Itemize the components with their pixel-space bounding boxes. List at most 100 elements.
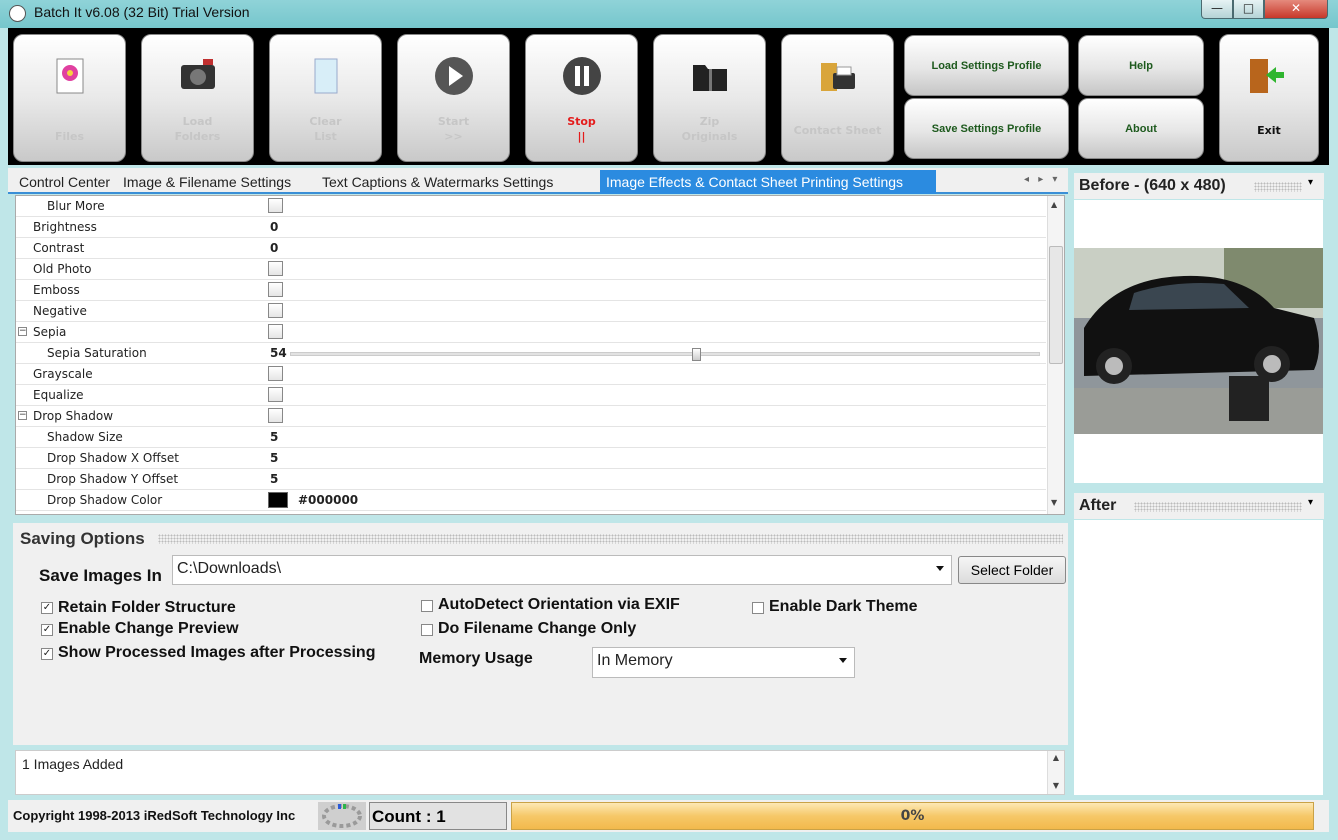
property-checkbox[interactable] xyxy=(268,366,283,381)
maximize-button[interactable]: □ xyxy=(1233,0,1264,19)
zip-label-1: Zip xyxy=(699,115,720,128)
property-row[interactable]: − Sepia xyxy=(16,322,1046,343)
property-row[interactable]: Emboss xyxy=(16,280,1046,301)
tab-image-effects[interactable]: Image Effects & Contact Sheet Printing S… xyxy=(600,170,936,194)
collapse-icon[interactable]: − xyxy=(18,327,27,336)
tab-scroll-arrows[interactable]: ◂ ▸ ▾ xyxy=(1024,174,1060,185)
property-row[interactable]: Drop Shadow Y Offset 5 xyxy=(16,469,1046,490)
spinner-icon xyxy=(318,802,366,830)
zip-originals-button[interactable]: Zip Originals xyxy=(653,34,766,162)
slider-thumb[interactable] xyxy=(692,348,701,361)
enable-preview-label: Enable Change Preview xyxy=(58,620,239,637)
header-grip xyxy=(1254,182,1302,192)
collapse-icon[interactable]: − xyxy=(18,411,27,420)
after-dropdown-icon[interactable]: ▾ xyxy=(1308,497,1313,508)
property-name: Equalize xyxy=(33,388,84,402)
tab-image-filename-settings[interactable]: Image & Filename Settings xyxy=(123,174,291,190)
filename-only-label: Do Filename Change Only xyxy=(438,620,637,637)
load-settings-profile-button[interactable]: Load Settings Profile xyxy=(904,35,1069,96)
memory-usage-select[interactable]: In Memory xyxy=(592,647,855,678)
property-checkbox[interactable] xyxy=(268,261,283,276)
chevron-down-icon[interactable] xyxy=(936,566,944,571)
dark-theme-checkbox[interactable] xyxy=(752,602,764,614)
start-button[interactable]: Start >> xyxy=(397,34,510,162)
progress-bar: 0% xyxy=(511,802,1314,830)
log-scrollbar[interactable]: ▲ ▼ xyxy=(1047,751,1064,794)
property-checkbox[interactable] xyxy=(268,408,283,423)
tab-control-center[interactable]: Control Center xyxy=(19,174,110,190)
property-row[interactable]: Drop Shadow X Offset 5 xyxy=(16,448,1046,469)
property-name: Sepia Saturation xyxy=(47,346,147,360)
property-value[interactable]: #000000 xyxy=(298,493,358,507)
sepia-saturation-slider[interactable] xyxy=(290,348,1040,361)
saving-options-title: Saving Options xyxy=(20,529,145,548)
retain-folder-label: Retain Folder Structure xyxy=(58,599,236,616)
property-row[interactable]: Grayscale xyxy=(16,364,1046,385)
autodetect-checkbox[interactable] xyxy=(421,600,433,612)
property-row[interactable]: Blur More xyxy=(16,196,1046,217)
memory-usage-label: Memory Usage xyxy=(419,650,533,667)
effects-property-grid: Blur More Brightness 0 Contrast 0 Old Photo Em… xyxy=(15,195,1065,515)
load-folders-button[interactable]: Load Folders xyxy=(141,34,254,162)
property-name: Contrast xyxy=(33,241,85,255)
property-checkbox[interactable] xyxy=(268,324,283,339)
property-row[interactable]: Shadow Size 5 xyxy=(16,427,1046,448)
chevron-down-icon[interactable] xyxy=(839,658,847,663)
tab-text-captions-watermarks[interactable]: Text Captions & Watermarks Settings xyxy=(322,174,553,190)
property-value[interactable]: 5 xyxy=(270,430,278,444)
property-value[interactable]: 0 xyxy=(270,220,278,234)
help-button[interactable]: Help xyxy=(1078,35,1204,96)
close-button[interactable]: ✕ xyxy=(1264,0,1328,19)
zip-label-2: Originals xyxy=(681,130,738,143)
property-name: Drop Shadow Color xyxy=(47,493,163,507)
photo-icon xyxy=(56,58,84,94)
property-value[interactable]: 54 xyxy=(270,346,287,360)
property-row[interactable]: Sepia Saturation 54 xyxy=(16,343,1046,364)
window-title: Batch It v6.08 (32 Bit) Trial Version xyxy=(34,4,250,20)
after-panel-header: After ▾ xyxy=(1074,493,1324,519)
app-icon[interactable] xyxy=(9,5,26,22)
log-text: 1 Images Added xyxy=(22,756,124,772)
property-checkbox[interactable] xyxy=(268,198,283,213)
clear-list-button[interactable]: Clear List xyxy=(269,34,382,162)
camera-folder-icon xyxy=(181,59,215,89)
property-row[interactable]: Contrast 0 xyxy=(16,238,1046,259)
property-checkbox[interactable] xyxy=(268,303,283,318)
color-swatch[interactable] xyxy=(268,492,288,508)
property-value[interactable]: 5 xyxy=(270,451,278,465)
property-checkbox[interactable] xyxy=(268,282,283,297)
car-photo xyxy=(1074,248,1323,434)
select-folder-button[interactable]: Select Folder xyxy=(958,556,1066,584)
about-button[interactable]: About xyxy=(1078,98,1204,159)
retain-folder-checkbox[interactable]: ✓ xyxy=(41,602,53,614)
grid-scroll-thumb[interactable] xyxy=(1049,246,1063,364)
property-row[interactable]: − Drop Shadow xyxy=(16,406,1046,427)
filename-only-checkbox[interactable] xyxy=(421,624,433,636)
copyright-text: Copyright 1998-2013 iRedSoft Technology … xyxy=(13,808,296,823)
grid-scrollbar[interactable]: ▲ ▼ xyxy=(1047,196,1064,514)
before-dropdown-icon[interactable]: ▾ xyxy=(1308,177,1313,188)
property-row[interactable]: Drop Shadow Color #000000 xyxy=(16,490,1046,511)
property-row[interactable]: Equalize xyxy=(16,385,1046,406)
contact-sheet-button[interactable]: Contact Sheet xyxy=(781,34,894,162)
files-button[interactable]: Files xyxy=(13,34,126,162)
minimize-button[interactable]: — xyxy=(1201,0,1233,19)
property-name: Shadow Size xyxy=(47,430,123,444)
property-row[interactable]: Old Photo xyxy=(16,259,1046,280)
save-settings-profile-button[interactable]: Save Settings Profile xyxy=(904,98,1069,159)
stop-label-2: || xyxy=(577,130,586,143)
property-row[interactable]: Brightness 0 xyxy=(16,217,1046,238)
exit-button[interactable]: Exit xyxy=(1219,34,1319,162)
save-path-combo[interactable]: C:\Downloads\ xyxy=(172,555,952,585)
property-value[interactable]: 5 xyxy=(270,472,278,486)
enable-preview-checkbox[interactable]: ✓ xyxy=(41,624,53,636)
property-value[interactable]: 0 xyxy=(270,241,278,255)
property-row[interactable]: Negative xyxy=(16,301,1046,322)
before-title: Before - (640 x 480) xyxy=(1079,177,1226,194)
stop-button[interactable]: Stop || xyxy=(525,34,638,162)
clear-list-label-2: List xyxy=(314,130,337,143)
paper-icon xyxy=(314,58,338,94)
property-name: Old Photo xyxy=(33,262,92,276)
property-checkbox[interactable] xyxy=(268,387,283,402)
show-processed-checkbox[interactable]: ✓ xyxy=(41,648,53,660)
